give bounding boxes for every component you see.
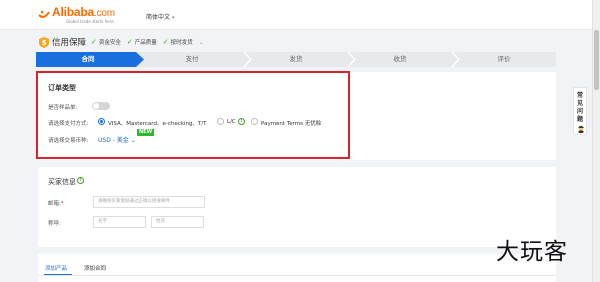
svg-text:$: $ xyxy=(42,39,47,47)
new-badge: NEW xyxy=(137,129,155,136)
language-label: 简体中文 xyxy=(146,14,171,21)
check-icon: ✓ xyxy=(126,38,133,46)
currency-label: 请选择交易币种: xyxy=(48,138,89,144)
sample-order-label: 是否样品单: xyxy=(48,105,78,111)
check-icon: ✓ xyxy=(162,38,169,46)
chevron-down-icon[interactable]: ⌄ xyxy=(199,39,204,46)
first-name-input[interactable]: 名字 xyxy=(93,216,146,228)
highlight-box xyxy=(36,71,350,159)
feature-product-quality: ✓ 产品质量 xyxy=(126,38,157,46)
required-mark: * xyxy=(60,201,64,207)
scrollbar-thumb[interactable] xyxy=(594,30,599,90)
chevron-down-icon: ⌄ xyxy=(130,137,136,144)
payment-option-lc[interactable]: L/C xyxy=(227,119,236,125)
buyer-info-title: 买家信息 xyxy=(48,178,76,186)
step-contract: 合同 xyxy=(81,55,95,63)
tab-add-product[interactable]: 添加产品 xyxy=(45,264,67,272)
logo-tagline: Global trade starts here. xyxy=(66,19,115,24)
step-shipping: 发货 xyxy=(289,55,303,63)
name-label: 称呼: xyxy=(48,221,61,227)
chevron-down-icon: ▾ xyxy=(172,15,175,21)
payment-option-terms[interactable]: Payment Terms 无忧赊 xyxy=(261,119,321,127)
tab-divider xyxy=(38,275,556,276)
payment-radio-terms[interactable] xyxy=(251,118,258,125)
top-header: Alibaba.com Global trade starts here. 简体… xyxy=(0,0,600,30)
currency-select[interactable]: USD - 美金 ⌄ xyxy=(98,135,136,144)
order-type-title: 订单类型 xyxy=(48,84,76,92)
feature-fund-safety: ✓ 资金安全 xyxy=(91,38,121,46)
step-receiving: 收货 xyxy=(393,55,407,63)
faq-label: 常见问题 xyxy=(577,92,584,123)
step-payment: 支付 xyxy=(185,55,199,63)
logo-text: Alibaba xyxy=(52,5,94,19)
watermark: 大玩客 xyxy=(496,239,568,265)
payment-radio-card[interactable] xyxy=(98,118,105,125)
alibaba-logo[interactable]: Alibaba.com Global trade starts here. xyxy=(38,5,133,28)
payment-option-card[interactable]: VISA、Mastercard、e-checking、T/T xyxy=(108,119,207,127)
step-review: 评价 xyxy=(497,55,511,63)
faq-button[interactable]: 常见问题 xyxy=(573,87,587,135)
page-scrollbar[interactable] xyxy=(592,0,600,282)
check-icon: ✓ xyxy=(91,38,97,46)
sample-order-toggle[interactable] xyxy=(92,102,110,110)
order-progress-steps: 合同 支付 发货 收货 评价 xyxy=(36,52,556,67)
logo-suffix: .com xyxy=(93,8,115,19)
shield-icon: $ xyxy=(39,36,49,48)
credit-guarantee-bar: $ 信用保障 ✓ 资金安全 ✓ 产品质量 ✓ 按时发货 ⌄ xyxy=(39,35,204,49)
language-selector[interactable]: 简体中文 ▾ xyxy=(146,12,175,21)
payment-method-label: 请选择支付方式: xyxy=(48,121,89,127)
tab-add-contract[interactable]: 添加合同 xyxy=(84,264,106,272)
email-input[interactable]: 请确保买家能够通过正确以接收邮件 xyxy=(93,196,205,208)
alibaba-smile-icon xyxy=(38,10,50,18)
last-name-input[interactable]: 姓氏 xyxy=(151,216,204,228)
email-label: 邮箱:* xyxy=(48,201,64,207)
guarantee-title: 信用保障 xyxy=(52,38,87,48)
currency-value: USD - 美金 xyxy=(98,137,129,144)
payment-radio-lc[interactable] xyxy=(217,118,224,125)
product-tabs-card xyxy=(38,254,556,282)
feature-on-time-delivery: ✓ 按时发货 xyxy=(162,38,193,46)
help-icon[interactable]: ? xyxy=(77,177,84,184)
customer-service-avatar-icon xyxy=(578,125,584,133)
active-tab-underline xyxy=(44,274,72,275)
info-icon[interactable]: ! xyxy=(238,118,245,125)
